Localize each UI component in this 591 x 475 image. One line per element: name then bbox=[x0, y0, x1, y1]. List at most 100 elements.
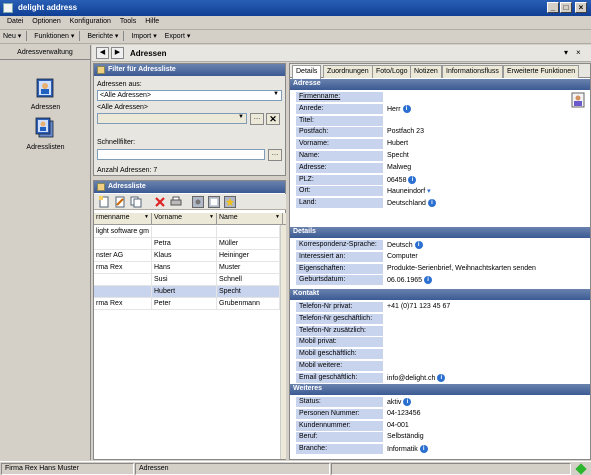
favorite-icon[interactable] bbox=[224, 196, 236, 208]
field-label: Ort: bbox=[296, 186, 383, 198]
table-row[interactable]: nster AG Klaus Heininger bbox=[94, 250, 286, 262]
field-value[interactable] bbox=[385, 326, 585, 337]
table-row[interactable]: Hubert Specht bbox=[94, 286, 286, 298]
tab-notizen[interactable]: Notizen bbox=[410, 65, 442, 78]
field-value[interactable]: info@delight.ch i bbox=[385, 373, 585, 384]
header-close-icon[interactable]: × bbox=[576, 48, 581, 57]
field-value[interactable] bbox=[385, 349, 585, 360]
info-icon[interactable]: i bbox=[437, 373, 446, 382]
field-label: Geburtsdatum: bbox=[296, 275, 383, 287]
field-value-text: Deutsch bbox=[387, 241, 413, 249]
menu-konfiguration[interactable]: Konfiguration bbox=[70, 18, 111, 25]
quick-filter-button[interactable]: … bbox=[268, 149, 282, 161]
toolbar-neu[interactable]: Neu ▾ bbox=[0, 32, 24, 40]
field-label: Status: bbox=[296, 397, 383, 408]
address-book-icon bbox=[36, 78, 53, 98]
chevron-down-icon: ▼ bbox=[273, 91, 279, 97]
back-arrow-icon: ◀ bbox=[99, 49, 106, 56]
clear-filter-button[interactable]: ✕ bbox=[266, 113, 280, 125]
field-value[interactable]: Postfach 23 bbox=[385, 127, 585, 138]
forward-button[interactable]: ▶ bbox=[111, 47, 124, 59]
tab-zuordnungen[interactable]: Zuordnungen bbox=[323, 65, 373, 78]
field-value[interactable]: Selbständig bbox=[385, 432, 585, 443]
field-value[interactable]: 06458 i bbox=[385, 175, 585, 186]
menu-datei[interactable]: Datei bbox=[7, 18, 23, 25]
minimize-button[interactable]: _ bbox=[547, 2, 559, 13]
info-icon[interactable]: i bbox=[402, 104, 411, 113]
navigation-pane: Adressverwaltung Adressen Adresslisten bbox=[0, 45, 91, 460]
print-icon[interactable] bbox=[170, 196, 182, 208]
field-value[interactable]: Computer bbox=[385, 252, 585, 263]
field-value[interactable]: 04-123456 bbox=[385, 409, 585, 420]
content-header: ◀ ▶ Adressen ▾ × bbox=[92, 45, 591, 62]
field-value[interactable]: Herr i bbox=[385, 104, 585, 115]
info-icon[interactable]: i bbox=[419, 445, 428, 454]
tab-foto-logo[interactable]: Foto/Logo bbox=[372, 65, 412, 78]
field-value[interactable]: +41 (0)71 123 45 67 bbox=[385, 302, 585, 313]
table-row[interactable]: Susi Schnell bbox=[94, 274, 286, 286]
field-value[interactable] bbox=[385, 361, 585, 372]
field-value[interactable]: Informatik i bbox=[385, 444, 585, 455]
nav-item-adresslisten[interactable]: Adresslisten bbox=[0, 117, 91, 151]
toolbar-berichte[interactable]: Berichte ▾ bbox=[84, 32, 121, 40]
field-value[interactable]: 04-001 bbox=[385, 421, 585, 432]
delete-icon[interactable] bbox=[154, 196, 166, 208]
info-icon[interactable]: i bbox=[403, 398, 412, 406]
field-value[interactable]: Produkte-Serienbrief, Weihnachtskarten s… bbox=[385, 264, 585, 275]
field-value[interactable] bbox=[385, 92, 585, 103]
close-button[interactable]: × bbox=[575, 2, 587, 13]
info-icon[interactable]: i bbox=[424, 276, 433, 285]
field-value[interactable]: Hubert bbox=[385, 139, 585, 150]
toolbar-export[interactable]: Export ▾ bbox=[162, 32, 194, 40]
field-value[interactable]: Deutsch i bbox=[385, 240, 585, 251]
field-value[interactable]: 06.06.1965 i bbox=[385, 275, 585, 286]
field-label: Adresse: bbox=[296, 162, 383, 174]
nav-item-adressen[interactable]: Adressen bbox=[0, 77, 91, 111]
table-row[interactable]: rma Rex Peter Grubenmann bbox=[94, 298, 286, 310]
list-scrollbar[interactable] bbox=[280, 225, 286, 459]
field-value[interactable]: Deutschland i bbox=[385, 198, 585, 209]
table-row[interactable]: Petra Müller bbox=[94, 238, 286, 250]
source-select[interactable]: <Alle Adressen> ▼ bbox=[97, 90, 282, 101]
edit-address-icon[interactable] bbox=[114, 196, 126, 208]
info-icon[interactable]: i bbox=[427, 199, 436, 208]
quick-filter-input[interactable] bbox=[97, 149, 265, 160]
field-value-text: Herr bbox=[387, 105, 401, 113]
menu-hilfe[interactable]: Hilfe bbox=[145, 18, 159, 25]
table-row[interactable]: light software gm bbox=[94, 226, 286, 238]
filter-title: Filter für Adressliste bbox=[108, 66, 176, 73]
sub-source-browse-button[interactable]: … bbox=[250, 113, 264, 125]
toolbar-funktionen[interactable]: Funktionen ▾ bbox=[31, 32, 77, 40]
header-dropdown-icon[interactable]: ▾ bbox=[564, 48, 568, 57]
maximize-button[interactable]: □ bbox=[560, 2, 572, 13]
field-value[interactable] bbox=[385, 337, 585, 348]
column-header-name[interactable]: Name ▼ bbox=[217, 213, 283, 224]
field-value[interactable] bbox=[385, 314, 585, 325]
new-address-icon[interactable] bbox=[98, 196, 110, 208]
sub-source-select[interactable]: ▼ bbox=[97, 113, 247, 124]
menu-tools[interactable]: Tools bbox=[120, 18, 136, 25]
table-cell: Specht bbox=[217, 286, 280, 298]
field-value-text: Informatik bbox=[387, 446, 418, 454]
tab-details[interactable]: Details bbox=[292, 65, 322, 79]
tab-erweiterte-funktionen[interactable]: Erweiterte Funktionen bbox=[503, 65, 580, 78]
column-header-vorname[interactable]: Vorname ▼ bbox=[152, 213, 217, 224]
field-value[interactable]: Specht bbox=[385, 151, 585, 162]
field-value[interactable]: aktiv i bbox=[385, 397, 585, 408]
menu-optionen[interactable]: Optionen bbox=[32, 18, 60, 25]
field-value[interactable]: Hauneindorf ▾ bbox=[385, 186, 585, 197]
info-icon[interactable]: i bbox=[408, 175, 417, 184]
info-icon[interactable]: i bbox=[414, 241, 423, 249]
filter-list-icon[interactable] bbox=[208, 196, 220, 208]
toolbar-import[interactable]: Import ▾ bbox=[128, 32, 159, 40]
column-header-firmenname[interactable]: rmenname ▼ bbox=[94, 213, 152, 224]
field-value[interactable]: Malweg bbox=[385, 163, 585, 174]
tab-informationsfluss[interactable]: Informationsfluss bbox=[442, 65, 503, 78]
settings-icon[interactable] bbox=[192, 196, 204, 208]
back-button[interactable]: ◀ bbox=[96, 47, 109, 59]
field-value[interactable] bbox=[385, 116, 585, 127]
copy-address-icon[interactable] bbox=[130, 196, 142, 208]
location-dropdown-icon[interactable]: ▾ bbox=[425, 188, 431, 195]
table-row[interactable]: rma Rex Hans Muster bbox=[94, 262, 286, 274]
table-cell bbox=[217, 226, 280, 238]
